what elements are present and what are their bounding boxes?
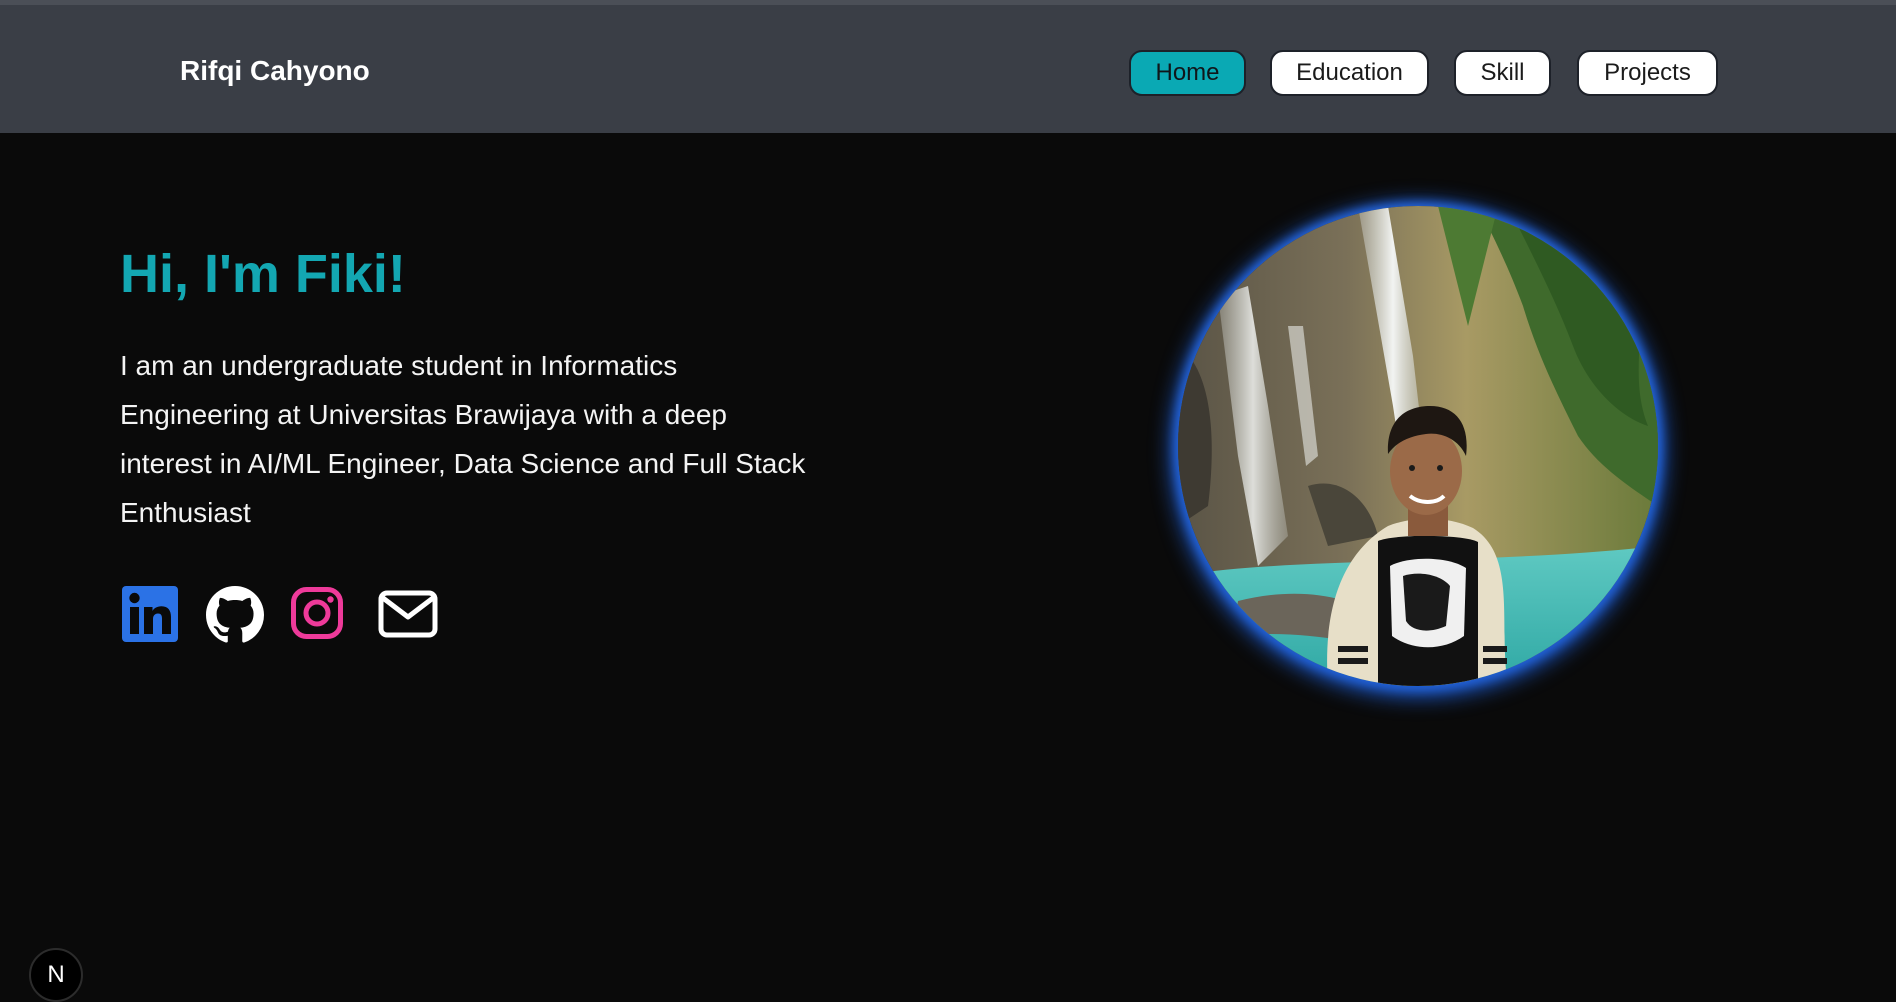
- github-icon: [206, 586, 264, 643]
- linkedin-icon: [122, 586, 178, 642]
- hero-greeting: Hi, I'm Fiki!: [120, 244, 406, 304]
- hero-bio: I am an undergraduate student in Informa…: [120, 350, 806, 528]
- nav-home-button[interactable]: Home: [1129, 50, 1246, 96]
- instagram-icon: [291, 587, 343, 639]
- github-link[interactable]: [206, 586, 264, 649]
- nav-projects-button[interactable]: Projects: [1577, 50, 1718, 96]
- nextjs-icon: N: [47, 961, 65, 988]
- mail-link[interactable]: [378, 590, 438, 643]
- nav-education-button[interactable]: Education: [1270, 50, 1429, 96]
- brand-name[interactable]: Rifqi Cahyono: [180, 55, 370, 87]
- linkedin-link[interactable]: [122, 586, 178, 647]
- profile-photo: [1178, 206, 1658, 686]
- navbar: Rifqi Cahyono Home Education Skill Proje…: [0, 5, 1896, 133]
- hero-section: Hi, I'm Fiki! I am an undergraduate stud…: [0, 133, 1896, 1002]
- profile-photo-illustration: [1178, 206, 1658, 686]
- instagram-link[interactable]: [290, 586, 344, 645]
- mail-icon: [378, 590, 438, 638]
- nav-skill-button[interactable]: Skill: [1454, 50, 1551, 96]
- nextjs-badge-button[interactable]: N: [29, 948, 83, 1002]
